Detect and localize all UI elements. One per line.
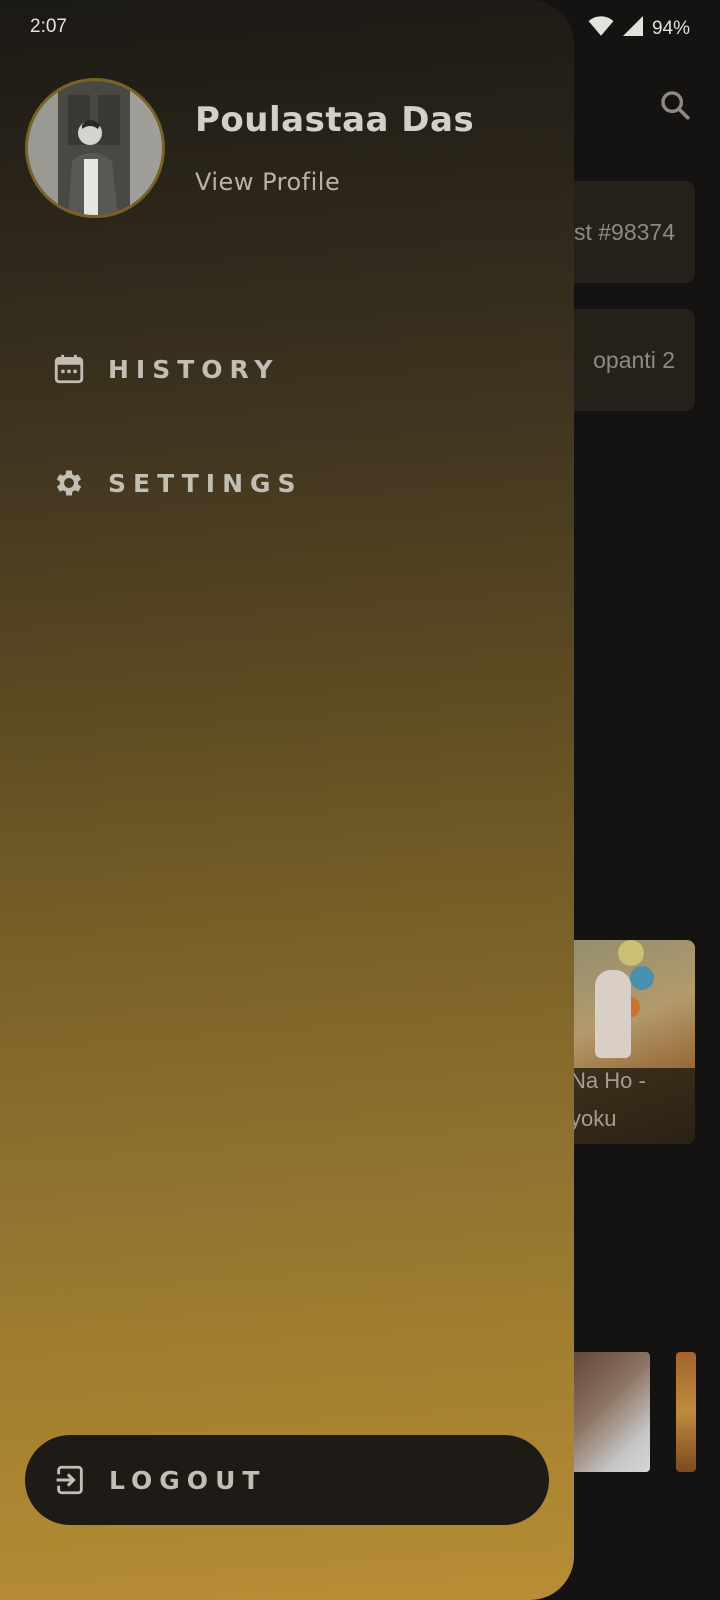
poster-title: Na Ho - yoku — [570, 1068, 646, 1131]
logout-icon — [53, 1463, 87, 1497]
menu-item-settings[interactable]: SETTINGS — [52, 466, 303, 500]
gear-icon — [52, 466, 86, 500]
movie-thumbnail[interactable] — [676, 1352, 696, 1472]
battery-level: 94% — [651, 18, 690, 39]
user-name: Poulastaa Das — [195, 100, 475, 140]
navigation-drawer: Poulastaa Das View Profile HISTORY SETTI… — [0, 0, 574, 1600]
status-bar: 2:07 94% — [0, 0, 720, 54]
signal-icon — [622, 15, 644, 43]
logout-label: LOGOUT — [109, 1465, 267, 1495]
balloon — [630, 966, 654, 990]
search-icon[interactable] — [658, 88, 692, 122]
poster-figure — [595, 970, 631, 1058]
status-time: 2:07 — [30, 16, 67, 37]
calendar-icon — [52, 352, 86, 386]
balloon — [618, 940, 644, 966]
menu-label-history: HISTORY — [108, 354, 280, 384]
menu-label-settings: SETTINGS — [108, 468, 303, 498]
view-profile-link[interactable]: View Profile — [195, 168, 340, 196]
avatar[interactable] — [25, 78, 165, 218]
logout-button[interactable]: LOGOUT — [25, 1435, 549, 1525]
menu-item-history[interactable]: HISTORY — [52, 352, 280, 386]
wifi-icon — [588, 15, 614, 43]
